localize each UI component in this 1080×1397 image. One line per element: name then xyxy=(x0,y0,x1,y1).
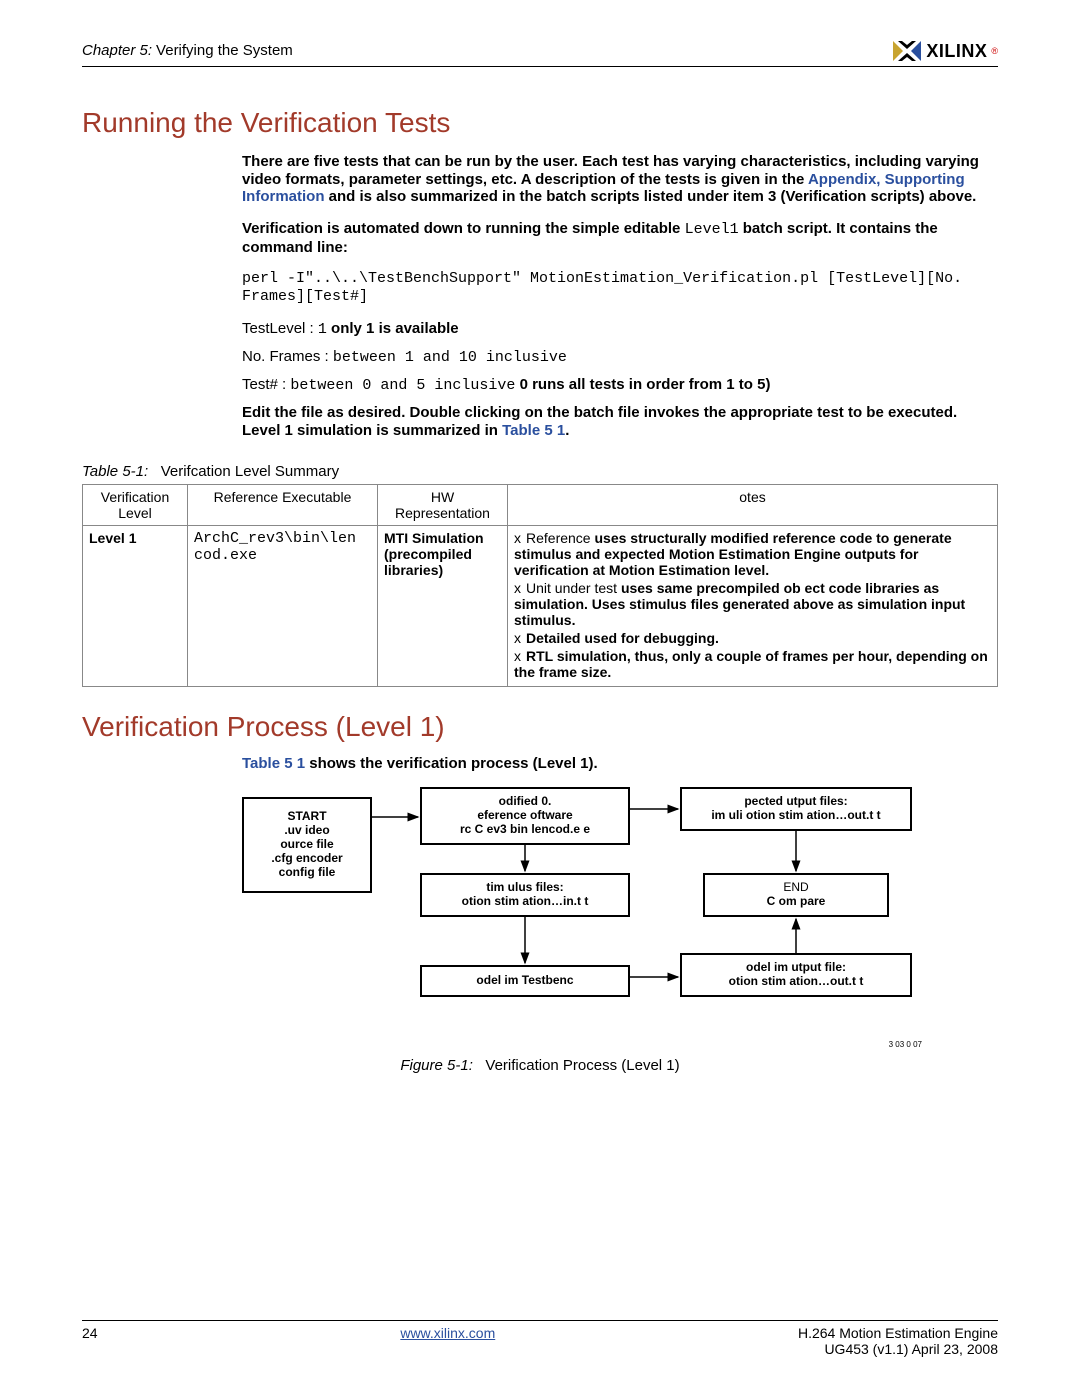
verification-table: Verification Level Reference Executable … xyxy=(82,484,998,687)
xilinx-logo-icon xyxy=(892,40,922,62)
section-heading-running: Running the Verification Tests xyxy=(82,107,998,139)
param-testlevel: TestLevel : 1 only 1 is available xyxy=(242,320,998,338)
fig-cap-text: Verification Process (Level 1) xyxy=(485,1057,679,1074)
note-2: xUnit under test uses same precompiled o… xyxy=(514,580,991,628)
figure-caption: Figure 5-1: Verification Process (Level … xyxy=(82,1057,998,1074)
intro-rest: shows the verification process (Level 1)… xyxy=(305,755,598,772)
page-footer: 24 www.xilinx.com H.264 Motion Estimatio… xyxy=(82,1320,998,1357)
cell-level-text: Level 1 xyxy=(89,530,136,546)
fig-cap-prefix: Figure 5-1: xyxy=(400,1057,473,1074)
logo-text: XILINX xyxy=(926,41,987,62)
para-verif-auto: Verification is automated down to runnin… xyxy=(242,220,998,256)
footer-url-link[interactable]: www.xilinx.com xyxy=(400,1325,495,1341)
chapter-prefix: Chapter 5: xyxy=(82,42,152,59)
tl-code: 1 xyxy=(318,321,327,338)
fr-code: between 1 and 10 inclusive xyxy=(333,349,567,366)
figure-tag: 3 03 0 07 xyxy=(889,1040,922,1049)
note-4: xRTL simulation, thus, only a couple of … xyxy=(514,648,991,680)
table-row: Level 1 ArchC_rev3\bin\len cod.exe MTI S… xyxy=(83,526,998,687)
para3-b: . xyxy=(565,422,569,439)
n1a: Reference xyxy=(526,530,594,546)
chapter-title: Verifying the System xyxy=(156,42,293,59)
section-heading-process: Verification Process (Level 1) xyxy=(82,711,998,743)
footer-title: H.264 Motion Estimation Engine xyxy=(798,1325,998,1341)
header-rule xyxy=(82,66,998,67)
th-hw: HW Representation xyxy=(378,485,508,526)
cell-level: Level 1 xyxy=(83,526,188,687)
page-number: 24 xyxy=(82,1325,98,1357)
th-level: Verification Level xyxy=(83,485,188,526)
xilinx-logo: XILINX ® xyxy=(892,40,998,62)
para2-code: Level1 xyxy=(685,221,739,238)
n3: Detailed used for debugging. xyxy=(526,630,719,646)
chapter-label: Chapter 5:Verifying the System xyxy=(82,42,293,60)
para-intro: There are five tests that can be run by … xyxy=(242,153,998,206)
note-3: xDetailed used for debugging. xyxy=(514,630,991,646)
cell-notes: xReference uses structurally modified re… xyxy=(508,526,998,687)
fr-a: No. Frames : xyxy=(242,348,333,365)
command-line: perl -I"..\..\TestBenchSupport" MotionEs… xyxy=(242,270,998,305)
para1-b: and is also summarized in the batch scri… xyxy=(325,188,977,205)
tn-b: 0 runs all tests in order from 1 to 5) xyxy=(515,376,770,393)
cell-hw: MTI Simulation (precompiled libraries) xyxy=(378,526,508,687)
tn-a: Test# : xyxy=(242,376,290,393)
table-header-row: Verification Level Reference Executable … xyxy=(83,485,998,526)
para-process-intro: Table 5 1 shows the verification process… xyxy=(242,755,998,773)
cell-hw-text: MTI Simulation (precompiled libraries) xyxy=(384,530,484,578)
th-notes: otes xyxy=(508,485,998,526)
table51-link-2[interactable]: Table 5 1 xyxy=(242,755,305,772)
n4: RTL simulation, thus, only a couple of f… xyxy=(514,648,988,680)
figure-arrows xyxy=(242,787,922,1027)
footer-rule xyxy=(82,1320,998,1321)
table51-link[interactable]: Table 5 1 xyxy=(502,422,565,439)
page-header: Chapter 5:Verifying the System XILINX ® xyxy=(82,40,998,62)
table-caption-prefix: Table 5-1: xyxy=(82,463,148,480)
table-caption-text: Verifcation Level Summary xyxy=(161,463,339,480)
table-caption: Table 5-1: Verifcation Level Summary xyxy=(82,463,998,480)
footer-id: UG453 (v1.1) April 23, 2008 xyxy=(798,1341,998,1357)
registered-icon: ® xyxy=(991,46,998,56)
para-edit-file: Edit the file as desired. Double clickin… xyxy=(242,404,998,439)
param-frames: No. Frames : between 1 and 10 inclusive xyxy=(242,348,998,366)
n2a: Unit under test xyxy=(526,580,621,596)
note-1: xReference uses structurally modified re… xyxy=(514,530,991,578)
figure-5-1: START .uv ideo ource file .cfg encoder c… xyxy=(242,787,922,1047)
footer-docinfo: H.264 Motion Estimation Engine UG453 (v1… xyxy=(798,1325,998,1357)
para3-a: Edit the file as desired. Double clickin… xyxy=(242,404,957,439)
th-exe: Reference Executable xyxy=(188,485,378,526)
tn-code: between 0 and 5 inclusive xyxy=(290,377,515,394)
tl-b: only 1 is available xyxy=(327,320,459,337)
param-testnum: Test# : between 0 and 5 inclusive 0 runs… xyxy=(242,376,998,394)
para2-a: Verification is automated down to runnin… xyxy=(242,220,685,237)
cell-exe: ArchC_rev3\bin\len cod.exe xyxy=(188,526,378,687)
tl-a: TestLevel : xyxy=(242,320,318,337)
